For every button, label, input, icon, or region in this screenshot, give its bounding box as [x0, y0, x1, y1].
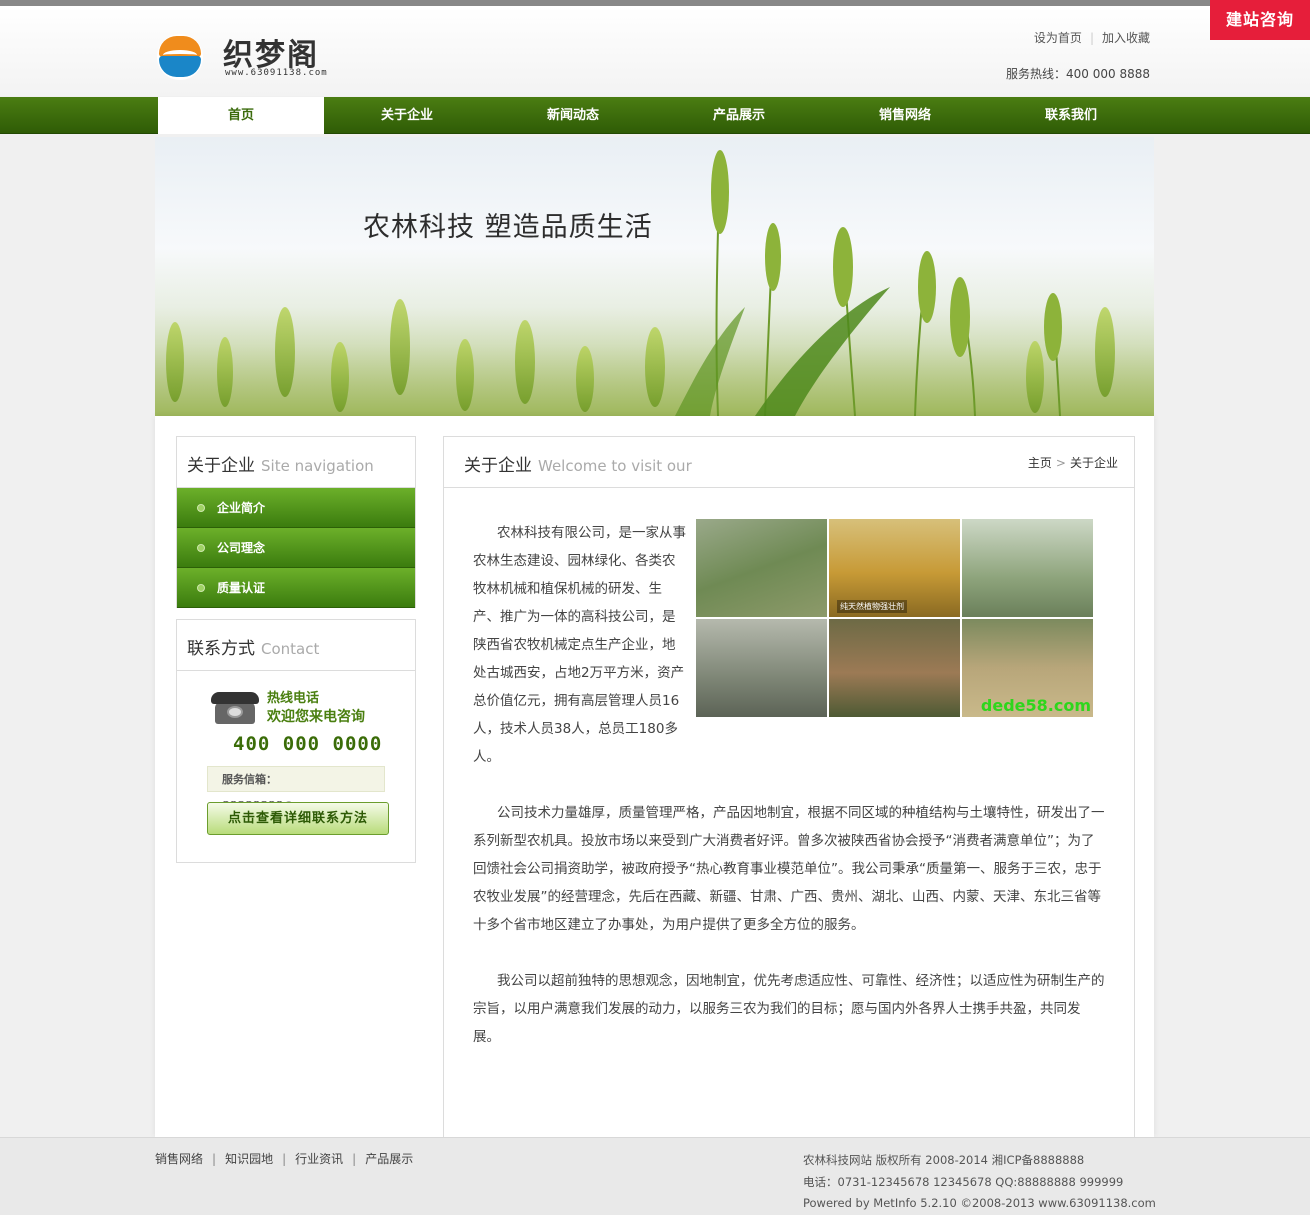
site-header: 织梦阁 www.63091138.com 设为首页 | 加入收藏 服务热线：400 … — [0, 6, 1310, 96]
site-logo[interactable]: 织梦阁 www.63091138.com — [157, 28, 357, 82]
hotline-number: 400 000 0000 — [233, 733, 383, 755]
footer-copyright: 农林科技网站 版权所有 2008-2014 湘ICP备8888888 — [803, 1153, 1085, 1167]
gallery-watermark: dede58.com — [980, 696, 1091, 715]
sidebar-item-philosophy[interactable]: 公司理念 — [177, 528, 415, 568]
intro-paragraph: 农林科技有限公司，是一家从事农林生态建设、园林绿化、各类农牧林机械和植保机械的研… — [473, 525, 686, 765]
hotline-label: 热线电话 — [267, 691, 320, 706]
divider: | — [1089, 31, 1094, 45]
sidebar-title-en: Site navigation — [261, 457, 374, 475]
nav-item-home[interactable]: 首页 — [158, 97, 324, 134]
gallery-photo-harvester: dede58.com — [962, 619, 1093, 717]
bookmark-link[interactable]: 加入收藏 — [1102, 29, 1150, 46]
content-title-text: 关于企业 — [464, 456, 532, 476]
bullet-icon — [197, 504, 205, 512]
gallery-photo-green-ears — [962, 519, 1093, 617]
footer-link-knowledge[interactable]: 知识园地 — [225, 1152, 273, 1166]
photo-gallery: 纯天然植物强壮剂 dede58.com — [696, 519, 1094, 718]
content-panel: 关于企业 Welcome to visit our 主页 > 关于企业 农林科技有限公… — [443, 436, 1135, 1137]
set-home-link[interactable]: 设为首页 — [1034, 29, 1082, 46]
contact-title-text: 联系方式 — [187, 639, 255, 659]
sidebar-item-profile[interactable]: 企业简介 — [177, 488, 415, 528]
gallery-photo-fields — [696, 519, 827, 617]
breadcrumb-current[interactable]: 关于企业 — [1070, 456, 1118, 470]
contact-detail-button[interactable]: 点击查看详细联系方法 — [207, 802, 389, 835]
divider: | — [282, 1152, 287, 1166]
body-paragraph-2: 公司技术力量雄厚，质量管理严格，产品因地制宜，根据不同区域的种植结构与土壤特性，… — [473, 805, 1105, 933]
nav-item-products[interactable]: 产品展示 — [656, 97, 822, 134]
logo-subtext: www.63091138.com — [225, 68, 328, 78]
contact-box: 联系方式 Contact 热线电话 欢迎您来电咨询 400 000 0000 服务… — [176, 619, 416, 863]
bullet-icon — [197, 544, 205, 552]
nav-item-sales[interactable]: 销售网络 — [822, 97, 988, 134]
gallery-photo-golden-wheat: 纯天然植物强壮剂 — [829, 519, 960, 617]
logo-mark-icon — [157, 34, 203, 80]
content-title-en: Welcome to visit our — [538, 457, 692, 475]
sidebar-item-label: 质量认证 — [217, 581, 266, 595]
welcome-text: 欢迎您来电咨询 — [267, 709, 365, 725]
footer-link-sales[interactable]: 销售网络 — [155, 1152, 203, 1166]
telephone-icon — [211, 688, 261, 726]
contact-title: 联系方式 Contact — [177, 620, 415, 671]
footer-links: 销售网络 | 知识园地 | 行业资讯 | 产品展示 — [155, 1150, 413, 1167]
sidebar-item-label: 企业简介 — [217, 501, 266, 515]
gallery-photo-dew-grain — [696, 619, 827, 717]
breadcrumb-home[interactable]: 主页 — [1028, 456, 1052, 470]
banner-slogan: 农林科技 塑造品质生活 — [363, 212, 653, 243]
site-footer: 销售网络 | 知识园地 | 行业资讯 | 产品展示 农林科技网站 版权所有 2008-201… — [0, 1137, 1310, 1215]
footer-link-industry[interactable]: 行业资讯 — [295, 1152, 343, 1166]
top-links: 设为首页 | 加入收藏 — [1034, 29, 1150, 46]
breadcrumb: 主页 > 关于企业 — [1028, 454, 1118, 471]
consult-button[interactable]: 建站咨询 — [1210, 0, 1310, 40]
divider: | — [352, 1152, 357, 1166]
sidebar-title-text: 关于企业 — [187, 456, 255, 476]
sidebar-title: 关于企业 Site navigation — [177, 437, 415, 488]
nav-item-news[interactable]: 新闻动态 — [490, 97, 656, 134]
nav-item-about[interactable]: 关于企业 — [324, 97, 490, 134]
sidebar-item-certification[interactable]: 质量认证 — [177, 568, 415, 608]
wheat-field-illustration — [155, 150, 1154, 416]
body-paragraph-3: 我公司以超前独特的思想观念，因地制宜，优先考虑适应性、可靠性、经济性；以适应性为… — [473, 973, 1105, 1045]
nav-item-contact[interactable]: 联系我们 — [988, 97, 1154, 134]
footer-link-products[interactable]: 产品展示 — [365, 1152, 413, 1166]
footer-powered-by: Powered by MetInfo 5.2.10 ©2008-2013 www… — [803, 1196, 1156, 1210]
footer-phone: 电话：0731-12345678 12345678 QQ:88888888 99… — [803, 1174, 1124, 1189]
contact-title-en: Contact — [261, 640, 320, 658]
service-email: 服务信箱：88888888@qq.com — [207, 766, 385, 812]
gallery-caption: 纯天然植物强壮剂 — [837, 600, 907, 613]
main-nav: 首页 关于企业 新闻动态 产品展示 销售网络 联系我们 — [0, 97, 1310, 134]
divider: | — [212, 1152, 217, 1166]
chevron-right-icon: > — [1055, 456, 1066, 470]
main-container: 关于企业 Site navigation 企业简介 公司理念 质量认证 联系方式 C… — [155, 416, 1154, 1137]
sidebar-item-label: 公司理念 — [217, 541, 266, 555]
service-hotline: 服务热线：400 000 8888 — [1006, 67, 1150, 81]
hero-banner: 农林科技 塑造品质生活 — [155, 137, 1154, 416]
gallery-photo-hands-seeds — [829, 619, 960, 717]
sidebar-nav: 关于企业 Site navigation 企业简介 公司理念 质量认证 — [176, 436, 416, 608]
footer-info: 农林科技网站 版权所有 2008-2014 湘ICP备8888888 电话：07… — [803, 1150, 1156, 1215]
bullet-icon — [197, 584, 205, 592]
